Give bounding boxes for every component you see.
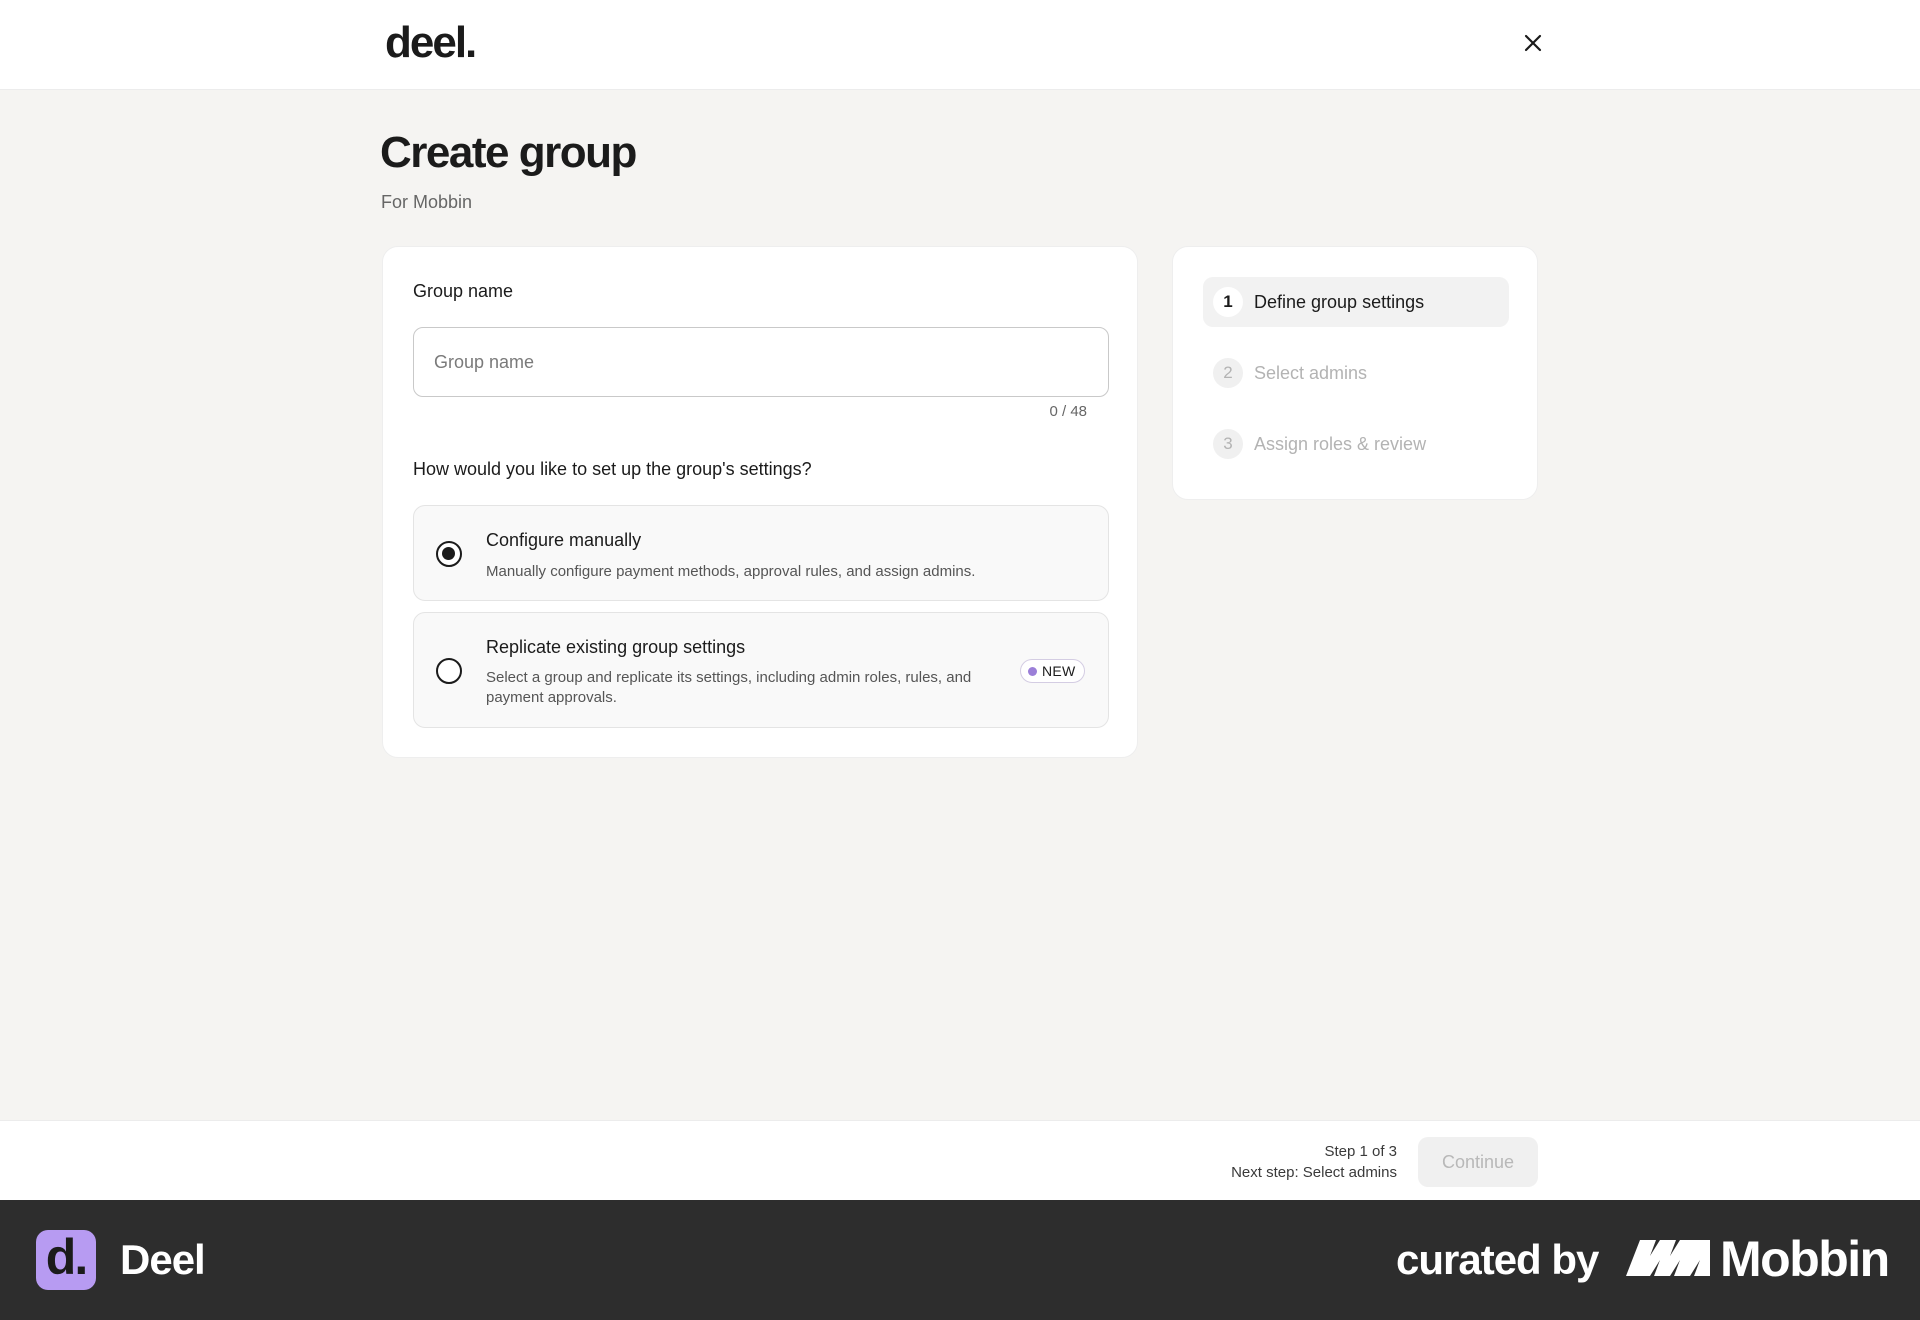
option-title: Configure manually (486, 530, 642, 550)
page-title: Create group (380, 128, 637, 177)
step-count: Step 1 of 3 (1324, 1143, 1397, 1160)
group-name-input[interactable] (413, 327, 1109, 397)
step-label: Assign roles & review (1254, 433, 1427, 454)
group-settings-form-card: Group name 0 / 48 How would you like to … (382, 246, 1138, 758)
radio-selected[interactable] (436, 541, 462, 567)
top-header: deel. (0, 0, 1920, 90)
bottom-action-bar: Step 1 of 3 Next step: Select admins Con… (0, 1120, 1920, 1200)
page-subtitle: For Mobbin (381, 192, 473, 212)
option-description: Manually configure payment methods, appr… (486, 563, 976, 580)
curated-by-text: curated by (1396, 1236, 1599, 1283)
step-define-group-settings: 1 Define group settings (1203, 277, 1509, 327)
mobbin-logo-icon (1626, 1240, 1710, 1276)
step-select-admins: 2 Select admins (1203, 348, 1509, 398)
curated-banner: d. Deel curated by Mobbin (0, 1200, 1920, 1320)
step-number: 3 (1213, 429, 1243, 459)
option-configure-manually[interactable]: Configure manually Manually configure pa… (413, 505, 1109, 601)
deel-logo[interactable]: deel. (385, 18, 477, 68)
close-button[interactable] (1518, 28, 1548, 58)
character-count: 0 / 48 (1049, 403, 1087, 420)
next-step-text: Next step: Select admins (1231, 1164, 1397, 1181)
deel-app-icon: d. (36, 1229, 96, 1290)
continue-button[interactable]: Continue (1418, 1137, 1538, 1187)
app-name: Deel (120, 1236, 206, 1283)
option-replicate-existing[interactable]: Replicate existing group settings Select… (413, 612, 1109, 728)
close-icon (1524, 34, 1542, 52)
steps-progress-card: 1 Define group settings 2 Select admins … (1172, 246, 1538, 500)
mobbin-brand-name: Mobbin (1720, 1231, 1890, 1287)
step-number: 1 (1213, 287, 1243, 317)
badge-label: NEW (1042, 663, 1076, 679)
new-badge: NEW (1020, 659, 1085, 683)
option-description: Select a group and replicate its setting… (486, 669, 972, 706)
step-number: 2 (1213, 358, 1243, 388)
badge-dot-icon (1028, 666, 1037, 676)
step-status: Step 1 of 3 Next step: Select admins (1231, 1141, 1397, 1183)
group-name-label: Group name (413, 281, 514, 301)
setup-method-question: How would you like to set up the group's… (413, 459, 812, 479)
option-title: Replicate existing group settings (486, 637, 746, 657)
step-label: Define group settings (1254, 291, 1425, 312)
radio-unselected[interactable] (436, 658, 462, 684)
step-assign-roles-review: 3 Assign roles & review (1203, 419, 1509, 469)
step-label: Select admins (1254, 362, 1368, 383)
